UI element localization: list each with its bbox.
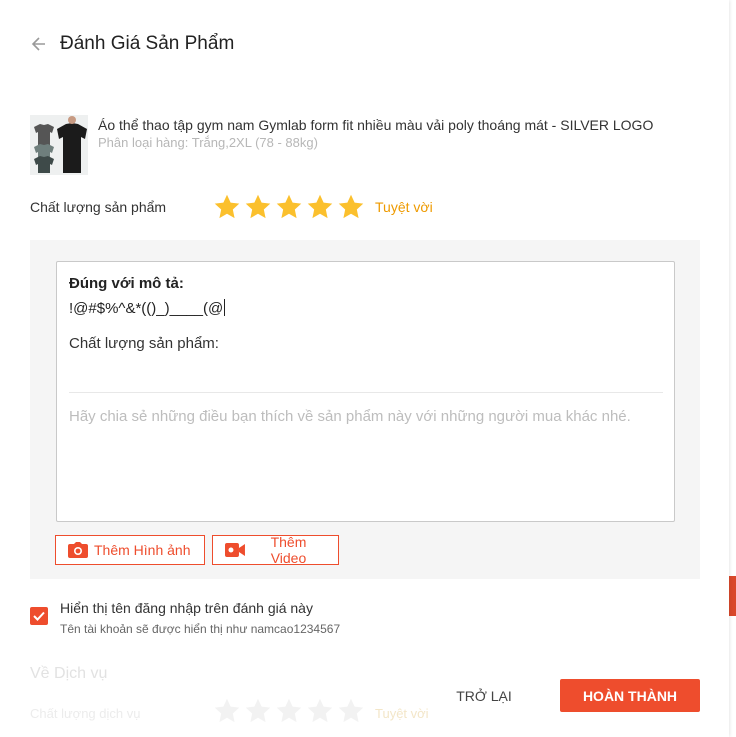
divider [69, 392, 663, 393]
star-icon[interactable] [213, 193, 241, 221]
star-icon [245, 698, 271, 723]
description-match-text: !@#$%^&*(()_)____(@ [69, 300, 224, 317]
star-icon [276, 698, 302, 723]
star-icon[interactable] [337, 193, 365, 221]
product-variant: Phân loại hàng: Trắng,2XL (78 - 88kg) [98, 135, 318, 150]
username-hint: Tên tài khoản sẽ được hiển thị như namca… [60, 622, 341, 636]
show-username-checkbox[interactable] [30, 607, 48, 625]
product-quality-label: Chất lượng sản phẩm [30, 199, 167, 215]
service-quality-label: Chất lượng dịch vụ [30, 706, 141, 721]
rating-text: Tuyệt vời [375, 199, 433, 215]
service-star-rating [213, 697, 365, 725]
star-icon[interactable] [244, 193, 272, 221]
add-video-label: Thêm Video [270, 534, 307, 566]
star-icon[interactable] [275, 193, 303, 221]
back-button[interactable]: TRỞ LẠI [445, 681, 523, 711]
back-arrow-icon[interactable] [29, 33, 49, 55]
product-thumbnail [30, 115, 88, 175]
service-rating-text: Tuyệt vời [375, 706, 429, 721]
add-image-button[interactable]: Thêm Hình ảnh [55, 535, 205, 565]
review-modal: Đánh Giá Sản Phẩm Áo thể thao tập gym na… [0, 0, 729, 737]
star-icon [214, 698, 240, 723]
review-section: Đúng với mô tả: !@#$%^&*(()_)____(@ Chất… [30, 240, 700, 579]
add-image-label: Thêm Hình ảnh [94, 542, 191, 558]
text-caret [224, 299, 226, 316]
modal-title: Đánh Giá Sản Phẩm [60, 33, 235, 54]
review-textarea[interactable]: Đúng với mô tả: !@#$%^&*(()_)____(@ Chất… [56, 261, 675, 522]
service-section-title: Về Dịch vụ [30, 665, 108, 682]
star-icon[interactable] [306, 193, 334, 221]
description-match-value[interactable]: !@#$%^&*(()_)____(@ [69, 299, 226, 317]
background-page-button [729, 576, 736, 616]
add-video-button[interactable]: Thêm Video [212, 534, 339, 566]
star-rating[interactable] [213, 193, 365, 221]
background-page [729, 0, 736, 737]
review-placeholder[interactable]: Hãy chia sẻ những điều bạn thích về sản … [69, 406, 659, 428]
product-name: Áo thể thao tập gym nam Gymlab form fit … [98, 117, 654, 133]
description-match-label: Đúng với mô tả: [69, 275, 184, 292]
checkmark-icon [33, 611, 45, 621]
complete-button[interactable]: HOÀN THÀNH [560, 679, 700, 712]
quality-field-label: Chất lượng sản phẩm: [69, 335, 219, 352]
video-camera-icon [225, 543, 245, 557]
show-username-label: Hiển thị tên đăng nhập trên đánh giá này [60, 600, 313, 616]
star-icon [338, 698, 364, 723]
star-icon [307, 698, 333, 723]
camera-icon [68, 542, 88, 558]
